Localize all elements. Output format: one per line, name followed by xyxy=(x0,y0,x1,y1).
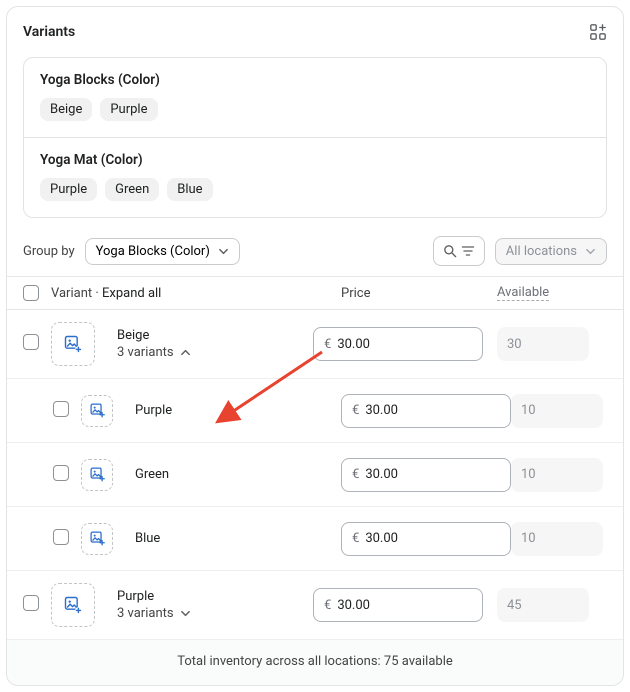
filter-icon xyxy=(460,243,476,259)
chevron-down-icon xyxy=(585,246,596,257)
locations-label: All locations xyxy=(506,244,577,259)
available-input[interactable]: 30 xyxy=(497,327,589,361)
available-input[interactable]: 10 xyxy=(511,522,603,556)
select-all-checkbox[interactable] xyxy=(23,285,39,301)
chip: Green xyxy=(105,178,159,201)
option-block: Yoga Blocks (Color) Beige Purple Yoga Ma… xyxy=(23,57,607,218)
price-input[interactable]: € 30.00 xyxy=(341,522,511,556)
available-input[interactable]: 10 xyxy=(511,394,603,428)
available-value: 10 xyxy=(521,467,536,482)
row-checkbox[interactable] xyxy=(53,529,69,545)
price-value: 30.00 xyxy=(365,467,398,482)
col-available[interactable]: Available xyxy=(497,285,549,301)
inventory-footer-text: Total inventory across all locations: 75… xyxy=(177,654,453,669)
price-input[interactable]: € 30.00 xyxy=(341,458,511,492)
group-by-select[interactable]: Yoga Blocks (Color) xyxy=(85,238,240,265)
price-input[interactable]: € 30.00 xyxy=(341,394,511,428)
price-value: 30.00 xyxy=(365,531,398,546)
variant-expand-toggle[interactable]: 3 variants xyxy=(117,606,313,621)
image-add-icon xyxy=(89,530,106,547)
group-by-label: Group by xyxy=(23,244,75,259)
search-icon xyxy=(442,243,458,259)
price-value: 30.00 xyxy=(337,337,370,352)
row-checkbox[interactable] xyxy=(53,401,69,417)
table-header: Variant · Expand all Price Available xyxy=(7,276,623,310)
price-input[interactable]: € 30.00 xyxy=(313,588,483,622)
variant-image-placeholder[interactable] xyxy=(51,583,95,627)
currency-symbol: € xyxy=(324,337,331,352)
image-add-icon xyxy=(89,402,106,419)
table-row: Green € 30.00 10 xyxy=(7,443,623,507)
variant-toolbar: Group by Yoga Blocks (Color) All locatio… xyxy=(23,236,607,266)
variant-name: Blue xyxy=(135,531,341,546)
inventory-footer: Total inventory across all locations: 75… xyxy=(7,640,623,685)
available-input[interactable]: 45 xyxy=(497,588,589,622)
add-variant-icon-button[interactable] xyxy=(589,23,607,41)
card-title: Variants xyxy=(23,24,75,40)
expand-all-link[interactable]: Expand all xyxy=(102,286,161,301)
available-input[interactable]: 10 xyxy=(511,458,603,492)
available-value: 10 xyxy=(521,531,536,546)
currency-symbol: € xyxy=(352,403,359,418)
col-variant: Variant · Expand all xyxy=(51,286,341,301)
variant-name: Purple xyxy=(117,589,313,604)
option-chips: Beige Purple xyxy=(40,98,590,121)
variant-image-placeholder[interactable] xyxy=(81,459,113,491)
variant-name: Green xyxy=(135,467,341,482)
chip: Purple xyxy=(40,178,97,201)
option-chips: Purple Green Blue xyxy=(40,178,590,201)
image-add-icon xyxy=(63,595,83,615)
table-row: Purple 3 variants € 30.00 45 xyxy=(7,571,623,640)
grid-plus-icon xyxy=(589,23,607,41)
chevron-down-icon xyxy=(218,246,229,257)
variant-expand-toggle[interactable]: 3 variants xyxy=(117,345,313,360)
image-add-icon xyxy=(89,466,106,483)
price-value: 30.00 xyxy=(365,403,398,418)
variant-image-placeholder[interactable] xyxy=(81,395,113,427)
available-value: 30 xyxy=(507,337,522,352)
row-checkbox[interactable] xyxy=(23,334,39,350)
option-group-0[interactable]: Yoga Blocks (Color) Beige Purple xyxy=(24,58,606,137)
table-row: Blue € 30.00 10 xyxy=(7,507,623,571)
variants-card: Variants Yoga Blocks (Color) Beige Purpl… xyxy=(6,6,624,686)
chevron-down-icon xyxy=(180,608,191,619)
option-title: Yoga Blocks (Color) xyxy=(40,72,590,88)
chip: Blue xyxy=(167,178,212,201)
table-row: Beige 3 variants € 30.00 30 xyxy=(7,310,623,379)
table-row: Purple € 30.00 10 xyxy=(7,379,623,443)
variant-image-placeholder[interactable] xyxy=(51,322,95,366)
chip: Beige xyxy=(40,98,92,121)
image-add-icon xyxy=(63,334,83,354)
variant-image-placeholder[interactable] xyxy=(81,523,113,555)
currency-symbol: € xyxy=(324,598,331,613)
row-checkbox[interactable] xyxy=(23,595,39,611)
chevron-up-icon xyxy=(180,347,191,358)
available-value: 10 xyxy=(521,403,536,418)
price-input[interactable]: € 30.00 xyxy=(313,327,483,361)
search-filter-button[interactable] xyxy=(433,236,485,266)
group-by-value: Yoga Blocks (Color) xyxy=(96,244,210,259)
row-checkbox[interactable] xyxy=(53,465,69,481)
available-value: 45 xyxy=(507,598,522,613)
variant-name: Purple xyxy=(135,403,341,418)
variant-name: Beige xyxy=(117,328,313,343)
currency-symbol: € xyxy=(352,467,359,482)
card-header: Variants xyxy=(23,23,607,41)
currency-symbol: € xyxy=(352,531,359,546)
col-price: Price xyxy=(341,286,497,301)
option-group-1[interactable]: Yoga Mat (Color) Purple Green Blue xyxy=(24,137,606,217)
option-title: Yoga Mat (Color) xyxy=(40,152,590,168)
chip: Purple xyxy=(100,98,157,121)
locations-select[interactable]: All locations xyxy=(495,238,607,265)
price-value: 30.00 xyxy=(337,598,370,613)
